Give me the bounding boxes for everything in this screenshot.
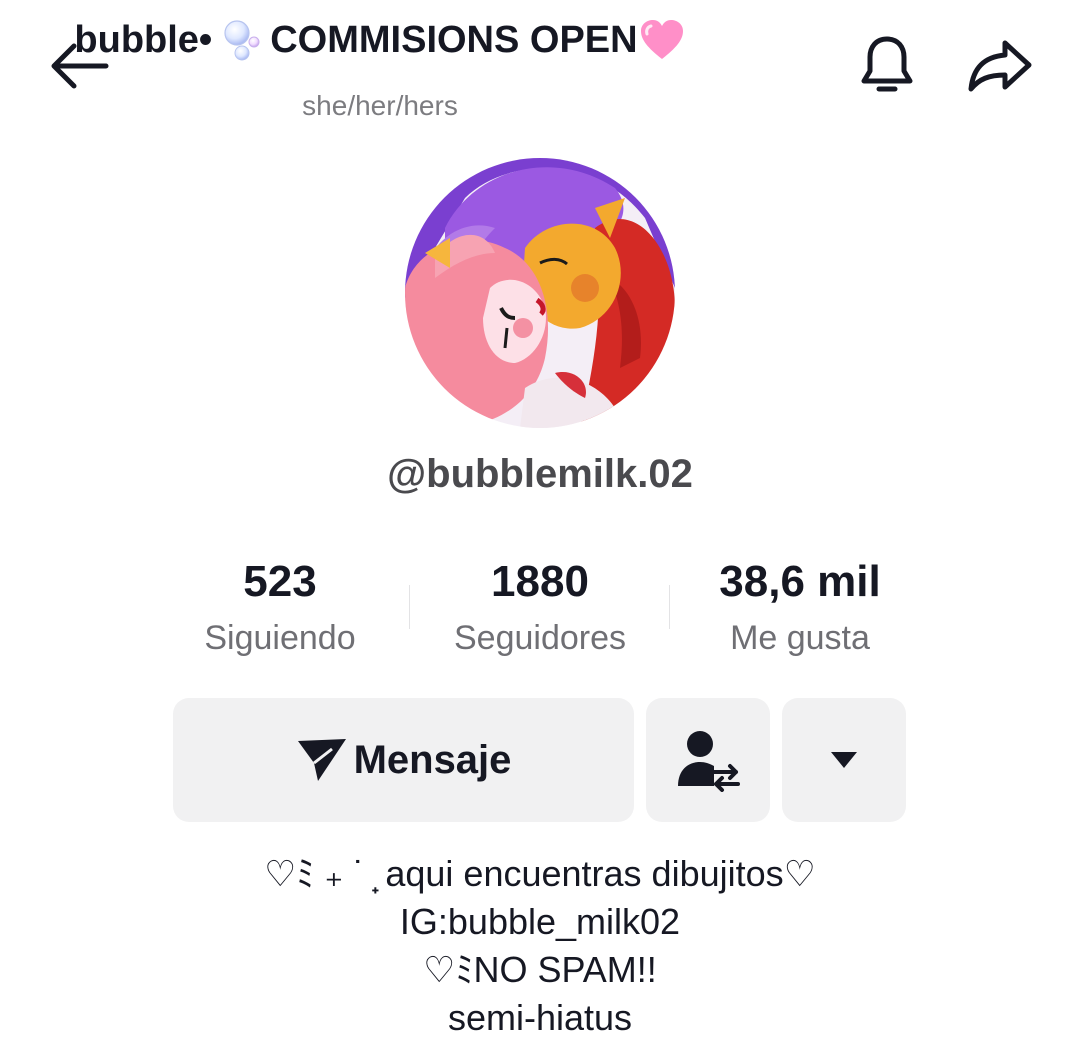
bio-line: semi-hiatus xyxy=(447,997,633,1038)
pronouns-label: she/her/hers xyxy=(302,90,458,121)
avatar-artwork-image xyxy=(405,158,675,428)
stat-following-label: Siguiendo xyxy=(204,619,356,657)
stat-likes-label: Me gusta xyxy=(730,619,870,657)
send-icon xyxy=(297,739,346,781)
stat-followers-value: 1880 xyxy=(491,557,589,606)
share-arrow-icon xyxy=(968,40,1032,92)
username-handle: @bubblemilk.02 xyxy=(387,452,693,496)
bubbles-icon xyxy=(218,16,266,64)
caret-down-icon xyxy=(831,752,857,768)
page-title: bubble• COMMISIONS OPEN xyxy=(74,16,685,64)
profile-stats: 523 Siguiendo 1880 Seguidores 38,6 mil M… xyxy=(150,555,930,675)
stat-following-value: 523 xyxy=(243,557,317,606)
stat-following[interactable]: 523 Siguiendo xyxy=(150,555,410,658)
user-swap-icon xyxy=(678,731,740,792)
share-button[interactable] xyxy=(964,30,1036,100)
title-main: COMMISIONS OPEN xyxy=(270,18,638,61)
header-title-block: bubble• COMMISIONS OPEN she/her/hers xyxy=(74,16,950,121)
bio-line: ♡︎ﾐ ₊ ˙ ̟ aqui encuentras dibujitos♡︎ xyxy=(264,853,816,894)
message-button-label: Mensaje xyxy=(353,737,512,782)
profile-bio: ♡︎ﾐ ₊ ˙ ̟ aqui encuentras dibujitos♡︎ IG… xyxy=(0,850,1080,1042)
stat-likes[interactable]: 38,6 mil Me gusta xyxy=(670,555,930,658)
friend-status-button[interactable] xyxy=(646,698,770,822)
stat-followers[interactable]: 1880 Seguidores xyxy=(410,555,670,658)
more-options-button[interactable] xyxy=(782,698,906,822)
profile-header: bubble• COMMISIONS OPEN she/her/hers xyxy=(0,0,1080,121)
title-prefix: bubble• xyxy=(74,18,213,61)
notification-bell-button[interactable] xyxy=(852,30,922,100)
bio-line: ♡︎ﾐNO SPAM!! xyxy=(423,949,657,990)
message-button[interactable]: Mensaje xyxy=(173,698,634,822)
pink-heart-icon xyxy=(638,16,686,64)
stat-likes-value: 38,6 mil xyxy=(719,557,881,606)
bell-icon xyxy=(861,36,913,92)
bio-line: IG:bubble_milk02 xyxy=(399,901,681,942)
stat-followers-label: Seguidores xyxy=(453,619,626,657)
avatar[interactable] xyxy=(405,158,675,428)
